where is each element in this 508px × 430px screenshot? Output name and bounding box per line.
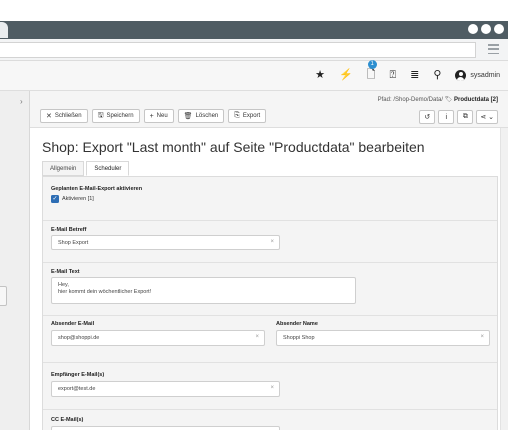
recipient-section: Empfänger E-Mail(s) export@test.de × [43, 363, 497, 410]
browser-titlebar [0, 21, 508, 39]
schedule-section: Geplanten E-Mail-Export aktivieren ✓ Akt… [43, 177, 497, 221]
help-icon[interactable]: ⍰ [390, 68, 397, 82]
user-menu[interactable]: sysadmin [455, 69, 500, 81]
checkmark-icon: ✓ [51, 195, 59, 203]
cc-label: CC E-Mail(s) [51, 417, 84, 423]
window-dot-icon[interactable] [468, 24, 478, 34]
sender-name-value: Shoppi Shop [283, 335, 315, 341]
header-icons: ★ ⚡ 🗋 1 ⍰ ≣ ⚲ sysadmin [315, 60, 500, 82]
text-line-2: hier kommt dein wöchentlicher Export! [58, 289, 152, 295]
window-dot-icon[interactable] [494, 24, 504, 34]
editor-header: Pfad: /Shop-Demo/Data/ 🏷 Productdata [2]… [30, 91, 508, 128]
info-icon[interactable]: i [438, 110, 455, 124]
text-input[interactable]: Hey, hier kommt dein wöchentlicher Expor… [51, 277, 356, 304]
clear-icon[interactable]: × [255, 334, 259, 340]
window-dot-icon[interactable] [481, 24, 491, 34]
plus-icon: + [149, 112, 154, 120]
breadcrumb-path[interactable]: Pfad: /Shop-Demo/Data/ [378, 97, 443, 103]
export-icon: ⎘ [234, 112, 240, 119]
breadcrumb-current: Productdata [2] [453, 97, 498, 103]
export-label: Export [242, 113, 261, 119]
recipient-input[interactable]: export@test.de × [51, 381, 280, 397]
history-icon[interactable]: ↺ [419, 110, 436, 124]
document-icon[interactable]: 🗋 1 [367, 60, 377, 82]
sender-section: Absender E-Mail shop@shoppi.de × Absende… [43, 316, 497, 363]
star-icon[interactable]: ★ [315, 68, 325, 82]
editor-tabs: Allgemein Scheduler [42, 161, 131, 176]
new-label: Neu [156, 113, 168, 119]
sender-email-input[interactable]: shop@shoppi.de × [51, 330, 265, 346]
close-button[interactable]: ✕ Schließen [40, 109, 88, 123]
subject-input[interactable]: Shop Export × [51, 235, 280, 250]
save-button[interactable]: 🖫 Speichern [91, 109, 140, 123]
pane-resize-handle[interactable] [0, 286, 7, 306]
sender-name-label: Absender Name [276, 321, 318, 327]
clear-icon[interactable]: × [270, 239, 274, 245]
clear-icon[interactable]: × [480, 334, 484, 340]
schedule-label: Geplanten E-Mail-Export aktivieren [51, 186, 143, 192]
url-input[interactable] [0, 42, 476, 58]
page-title: Shop: Export "Last month" auf Seite "Pro… [42, 139, 425, 155]
flash-icon[interactable]: ⚡ [339, 68, 353, 82]
text-label: E-Mail Text [51, 269, 80, 275]
editor-content: Shop: Export "Last month" auf Seite "Pro… [30, 128, 500, 430]
list-icon[interactable]: ≣ [410, 68, 419, 82]
export-button[interactable]: ⎘ Export [228, 109, 267, 123]
editor-right-tools: ↺ i ⧉ ⋖ ⌄ [419, 110, 498, 124]
sender-email-value: shop@shoppi.de [58, 335, 100, 341]
browser-menu-icon[interactable] [488, 44, 499, 54]
schedule-checkbox-label: Aktivieren [1] [62, 196, 94, 202]
schedule-checkbox[interactable]: ✓ Aktivieren [1] [51, 195, 94, 203]
trash-icon: 🗑 [183, 113, 193, 120]
search-icon[interactable]: ⚲ [433, 68, 441, 82]
breadcrumb: Pfad: /Shop-Demo/Data/ 🏷 Productdata [2] [378, 96, 498, 103]
recipient-label: Empfänger E-Mail(s) [51, 372, 105, 378]
clear-icon[interactable]: × [270, 385, 274, 391]
save-label: Speichern [106, 113, 134, 119]
delete-label: Löschen [195, 113, 219, 119]
recipient-value: export@test.de [58, 386, 96, 392]
close-icon: ✕ [46, 113, 52, 120]
delete-button[interactable]: 🗑 Löschen [177, 109, 225, 123]
browser-addressbar [0, 39, 508, 61]
cc-input[interactable] [51, 426, 280, 430]
subject-label: E-Mail Betreff [51, 227, 87, 233]
open-external-icon[interactable]: ⧉ [457, 110, 474, 124]
user-avatar-icon [455, 69, 467, 81]
tab-scheduler[interactable]: Scheduler [86, 161, 130, 176]
new-button[interactable]: + Neu [143, 109, 174, 123]
close-label: Schließen [54, 113, 82, 119]
tab-allgemein[interactable]: Allgemein [42, 161, 85, 176]
chevron-right-icon[interactable]: › [20, 97, 23, 106]
left-tree-pane: › [0, 91, 30, 430]
save-icon: 🖫 [97, 111, 104, 119]
text-line-1: Hey, [58, 282, 69, 288]
subject-section: E-Mail Betreff Shop Export × [43, 221, 497, 263]
tag-icon: 🏷 [444, 97, 453, 103]
subject-value: Shop Export [58, 239, 89, 246]
content-scrollbar[interactable] [500, 128, 508, 430]
desktop-top [0, 0, 508, 21]
text-section: E-Mail Text Hey, hier kommt dein wöchent… [43, 263, 497, 316]
browser-tab[interactable] [0, 22, 8, 38]
sender-name-input[interactable]: Shoppi Shop × [276, 330, 490, 346]
sender-email-label: Absender E-Mail [51, 321, 95, 327]
username: sysadmin [470, 71, 500, 79]
window-controls [468, 24, 504, 34]
editor-toolbar: ✕ Schließen 🖫 Speichern + Neu 🗑 Löschen ⎘ Exp… [40, 109, 267, 123]
scheduler-form: Geplanten E-Mail-Export aktivieren ✓ Akt… [42, 176, 498, 430]
cc-section: CC E-Mail(s) [43, 410, 497, 430]
share-icon[interactable]: ⋖ ⌄ [476, 110, 498, 124]
notification-badge: 1 [367, 60, 377, 69]
app-header: ★ ⚡ 🗋 1 ⍰ ≣ ⚲ sysadmin [0, 60, 508, 91]
